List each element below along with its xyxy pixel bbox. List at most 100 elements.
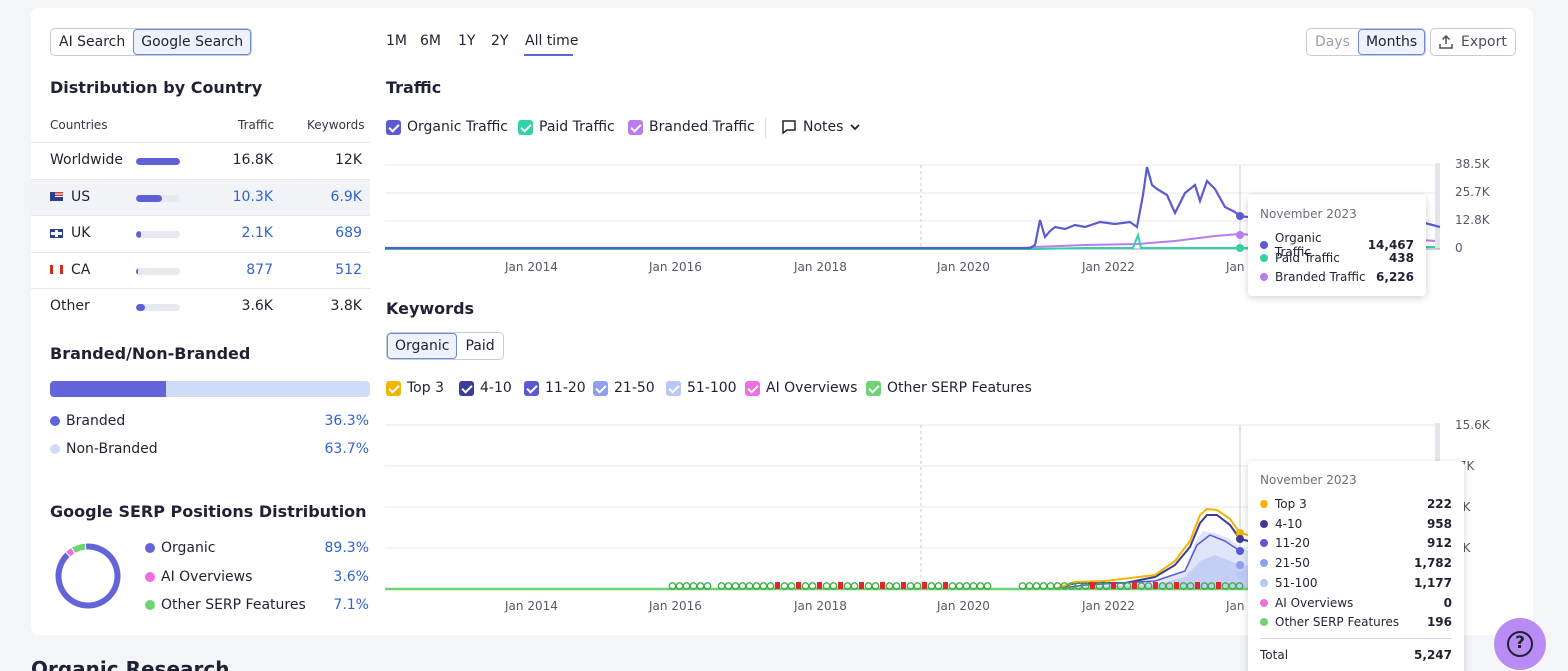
checkbox-icon xyxy=(459,380,474,396)
serp-donut-chart xyxy=(54,542,122,610)
tooltip-value: 1,782 xyxy=(1414,556,1452,571)
keywords-legend-checkbox[interactable]: 21-50 xyxy=(593,380,655,396)
range-2y[interactable]: 2Y xyxy=(491,33,508,49)
keywords-y-tick: 15.6K xyxy=(1455,418,1490,432)
granularity-months[interactable]: Months xyxy=(1357,29,1426,55)
country-label: UK xyxy=(71,225,91,241)
keywords-legend-checkbox[interactable]: 11-20 xyxy=(524,380,586,396)
traffic-legend-checkbox[interactable]: Branded Traffic xyxy=(628,119,755,135)
keywords-legend-checkbox[interactable]: AI Overviews xyxy=(745,380,857,396)
serp-legend-value[interactable]: 3.6% xyxy=(333,569,369,585)
organic-hover-point xyxy=(1236,212,1244,220)
serp-legend-label: AI Overviews xyxy=(161,568,253,585)
traffic-legend-checkbox[interactable]: Organic Traffic xyxy=(386,119,508,135)
tooltip-label: Other SERP Features xyxy=(1275,615,1400,630)
tooltip-dot-icon xyxy=(1260,500,1268,508)
checkbox-icon xyxy=(628,119,643,135)
tab-ai-search[interactable]: AI Search xyxy=(51,29,133,55)
country-traffic[interactable]: 10.3K xyxy=(233,189,273,205)
serp-legend-value[interactable]: 89.3% xyxy=(325,540,369,556)
tooltip-dot-icon xyxy=(1260,598,1268,607)
notes-dropdown[interactable]: Notes xyxy=(781,119,861,135)
country-row[interactable]: CA 877 512 xyxy=(31,251,370,288)
branded-label: Branded xyxy=(66,413,126,429)
tab-organic[interactable]: Organic xyxy=(387,333,458,359)
country-name: UK xyxy=(50,225,90,241)
tooltip-value: 6,226 xyxy=(1376,270,1414,284)
checkbox-icon xyxy=(745,380,760,396)
traffic-share-fill xyxy=(136,194,163,202)
country-row[interactable]: US 10.3K 6.9K xyxy=(31,178,370,215)
keywords-legend-label: 4-10 xyxy=(480,380,512,396)
keywords-x-tick: Jan 2022 xyxy=(1082,599,1135,613)
tooltip-label: Paid Traffic xyxy=(1275,250,1340,265)
organic-research-title: Organic Research xyxy=(31,657,230,671)
checkbox-icon xyxy=(386,119,401,135)
keywords-legend-checkbox[interactable]: 51-100 xyxy=(666,380,737,396)
tooltip-value: 958 xyxy=(1426,516,1452,531)
country-row[interactable]: UK 2.1K 689 xyxy=(31,215,370,251)
donut-slice-organic[interactable] xyxy=(54,542,122,610)
range-1y[interactable]: 1Y xyxy=(458,33,475,49)
serp-legend-item: Organic xyxy=(145,540,215,556)
help-button[interactable]: ? xyxy=(1494,618,1546,670)
tooltip-total-value: 5,247 xyxy=(1414,648,1452,662)
range-1m[interactable]: 1M xyxy=(386,33,407,49)
country-traffic[interactable]: 877 xyxy=(246,262,273,278)
tooltip-value: 1,177 xyxy=(1414,575,1452,590)
col-keywords[interactable]: Keywords xyxy=(307,118,365,132)
serp-marker-red xyxy=(1216,582,1221,589)
tooltip-label: 11-20 xyxy=(1275,536,1310,551)
country-name: CA xyxy=(50,262,90,278)
country-keywords[interactable]: 512 xyxy=(335,262,362,278)
21-50-hover-point xyxy=(1236,561,1244,569)
branded-title: Branded/Non-Branded xyxy=(50,344,251,363)
serp-dot-icon xyxy=(145,543,155,553)
serp-legend-label: Organic xyxy=(161,540,216,556)
country-label: US xyxy=(71,188,91,205)
country-name: Other xyxy=(50,298,90,314)
keywords-tooltip-row: 11-20 912 xyxy=(1260,536,1452,550)
serp-legend-label: Other SERP Features xyxy=(161,597,306,613)
range-6m[interactable]: 6M xyxy=(420,33,441,49)
range-all-time[interactable]: All time xyxy=(525,33,578,49)
tab-google-search[interactable]: Google Search xyxy=(133,29,252,55)
tooltip-value: 222 xyxy=(1426,497,1452,511)
flag-uk-icon xyxy=(50,228,63,238)
country-row[interactable]: Other 3.6K 3.8K xyxy=(31,288,370,324)
country-traffic: 16.8K xyxy=(232,152,273,168)
keywords-legend-checkbox[interactable]: Other SERP Features xyxy=(866,380,1032,396)
country-keywords[interactable]: 689 xyxy=(335,225,362,241)
tooltip-dot-icon xyxy=(1260,618,1268,627)
country-traffic[interactable]: 2.1K xyxy=(242,225,273,241)
traffic-x-tick: Jan xyxy=(1226,260,1245,274)
country-keywords: 3.8K xyxy=(330,298,362,314)
keywords-legend-label: Other SERP Features xyxy=(887,380,1032,396)
keywords-legend-label: Top 3 xyxy=(407,380,444,396)
checkbox-icon xyxy=(386,380,401,396)
tooltip-dot-icon xyxy=(1260,578,1268,587)
keywords-x-tick: Jan xyxy=(1226,599,1245,613)
tooltip-value: 438 xyxy=(1388,250,1414,265)
tab-paid[interactable]: Paid xyxy=(457,333,502,359)
branded-value[interactable]: 36.3% xyxy=(325,413,369,429)
branded-bar-fill xyxy=(50,381,167,397)
branded-bar xyxy=(50,381,370,397)
keywords-tooltip-row: Top 3 222 xyxy=(1260,497,1452,511)
export-label: Export xyxy=(1461,34,1507,50)
keywords-legend-checkbox[interactable]: 4-10 xyxy=(459,380,512,396)
granularity-days[interactable]: Days xyxy=(1307,29,1358,55)
nonbranded-value[interactable]: 63.7% xyxy=(325,441,369,457)
keywords-legend-checkbox[interactable]: Top 3 xyxy=(386,380,444,396)
traffic-y-tick: 38.5K xyxy=(1455,157,1490,171)
traffic-y-tick: 12.8K xyxy=(1455,213,1490,227)
traffic-legend-checkbox[interactable]: Paid Traffic xyxy=(518,119,615,135)
export-button[interactable]: Export xyxy=(1430,28,1516,56)
country-keywords: 12K xyxy=(335,152,362,168)
country-row[interactable]: Worldwide 16.8K 12K xyxy=(31,142,370,178)
serp-legend-value[interactable]: 7.1% xyxy=(333,597,369,613)
col-traffic[interactable]: Traffic xyxy=(238,118,274,132)
chevron-down-icon xyxy=(850,124,861,131)
country-keywords[interactable]: 6.9K xyxy=(331,189,362,205)
traffic-scroll-handle[interactable] xyxy=(1435,163,1440,249)
